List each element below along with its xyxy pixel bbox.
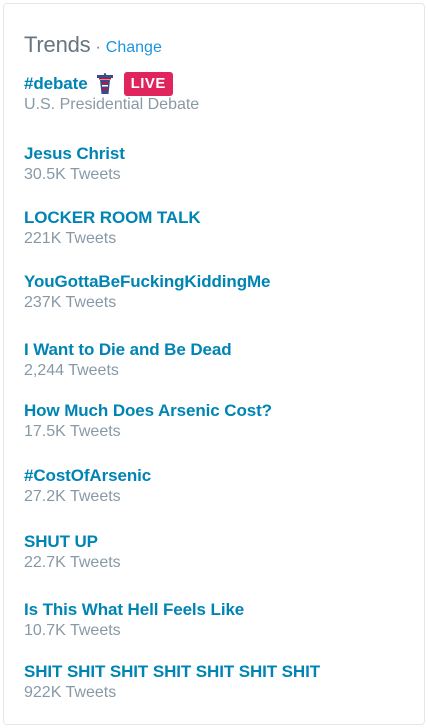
live-badge: LIVE bbox=[123, 72, 173, 96]
trends-page: Trends · Change #debate LIVE U.S. Presid… bbox=[0, 0, 428, 728]
change-link[interactable]: Change bbox=[106, 39, 162, 57]
trend-tweet-count: 10.7K Tweets bbox=[24, 622, 121, 639]
trend-name[interactable]: LOCKER ROOM TALK bbox=[24, 208, 201, 228]
trend-item-debate[interactable]: #debate LIVE U.S. Presidential Debate bbox=[24, 72, 414, 114]
trend-item[interactable]: #CostOfArsenic 27.2K Tweets bbox=[24, 464, 414, 506]
trend-name[interactable]: Is This What Hell Feels Like bbox=[24, 600, 244, 620]
trend-item[interactable]: SHIT SHIT SHIT SHIT SHIT SHIT SHIT 922K … bbox=[24, 660, 414, 702]
trend-tweet-count: 30.5K Tweets bbox=[24, 166, 121, 183]
trends-title: Trends bbox=[24, 32, 91, 57]
trend-context: U.S. Presidential Debate bbox=[24, 96, 200, 113]
trend-name[interactable]: Jesus Christ bbox=[24, 144, 125, 164]
debate-podium-icon bbox=[96, 73, 114, 95]
trend-tweet-count: 22.7K Tweets bbox=[24, 554, 121, 571]
trend-name[interactable]: #CostOfArsenic bbox=[24, 466, 151, 486]
trend-item[interactable]: I Want to Die and Be Dead 2,244 Tweets bbox=[24, 338, 414, 380]
trend-item[interactable]: SHUT UP 22.7K Tweets bbox=[24, 530, 414, 572]
trends-panel: Trends · Change #debate LIVE U.S. Presid… bbox=[3, 3, 425, 725]
trend-tweet-count: 922K Tweets bbox=[24, 684, 117, 701]
trend-name[interactable]: SHUT UP bbox=[24, 532, 98, 552]
trend-tweet-count: 221K Tweets bbox=[24, 230, 117, 247]
trend-name[interactable]: #debate bbox=[24, 74, 88, 94]
trend-tweet-count: 237K Tweets bbox=[24, 294, 117, 311]
trend-name[interactable]: I Want to Die and Be Dead bbox=[24, 340, 232, 360]
trend-name[interactable]: How Much Does Arsenic Cost? bbox=[24, 401, 272, 421]
trends-header: Trends · Change bbox=[24, 32, 162, 58]
trend-item[interactable]: YouGottaBeFuckingKiddingMe 237K Tweets bbox=[24, 270, 414, 312]
trend-tweet-count: 27.2K Tweets bbox=[24, 488, 121, 505]
trend-item[interactable]: Jesus Christ 30.5K Tweets bbox=[24, 142, 414, 184]
trend-name[interactable]: SHIT SHIT SHIT SHIT SHIT SHIT SHIT bbox=[24, 662, 320, 682]
trend-item[interactable]: Is This What Hell Feels Like 10.7K Tweet… bbox=[24, 598, 414, 640]
trend-tweet-count: 2,244 Tweets bbox=[24, 362, 119, 379]
header-separator: · bbox=[95, 39, 101, 56]
trend-name[interactable]: YouGottaBeFuckingKiddingMe bbox=[24, 272, 271, 292]
trend-item[interactable]: LOCKER ROOM TALK 221K Tweets bbox=[24, 206, 414, 248]
trend-tweet-count: 17.5K Tweets bbox=[24, 423, 121, 440]
trend-item[interactable]: How Much Does Arsenic Cost? 17.5K Tweets bbox=[24, 399, 414, 441]
